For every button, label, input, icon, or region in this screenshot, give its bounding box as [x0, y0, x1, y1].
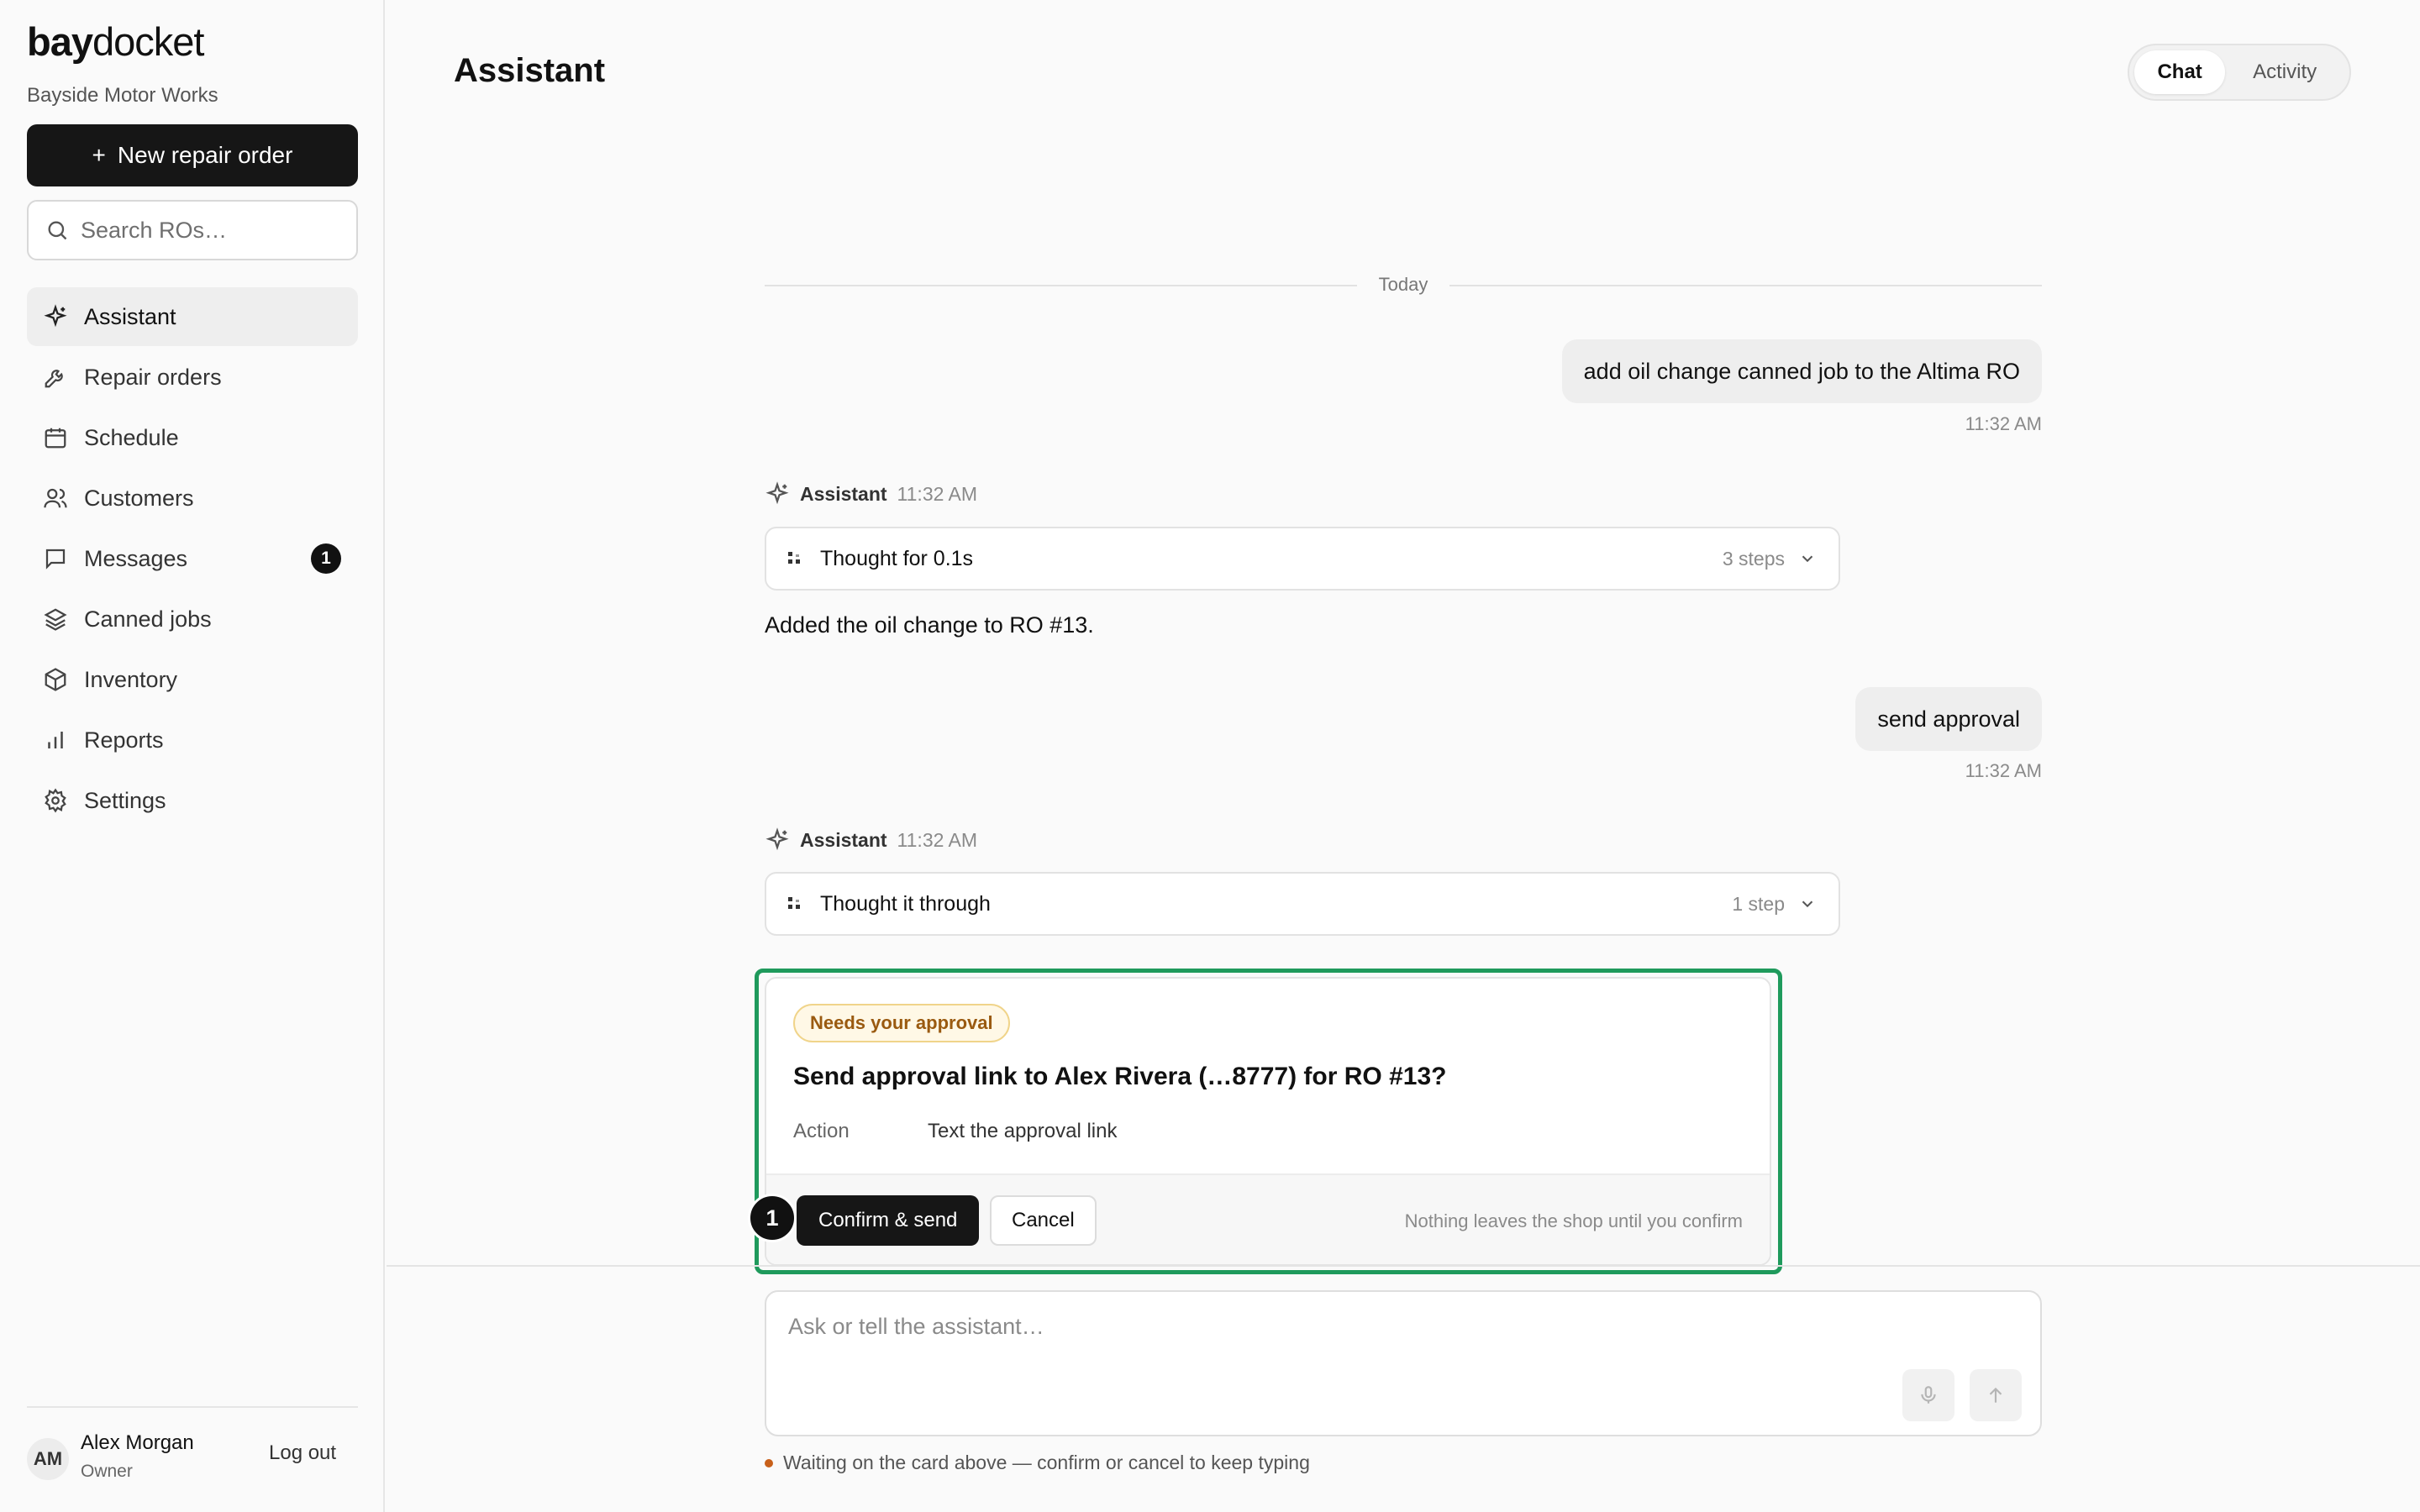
plus-icon: +	[92, 142, 106, 168]
message-timestamp: 11:32 AM	[1965, 760, 2042, 781]
page-title: Assistant	[454, 52, 606, 89]
sidebar-item-label: Settings	[84, 787, 166, 813]
composer-placeholder: Ask or tell the assistant…	[788, 1314, 1044, 1339]
step-marker: 1	[748, 1194, 797, 1242]
sidebar-item-canned-jobs[interactable]: Canned jobs	[27, 590, 358, 648]
user-message: add oil change canned job to the Altima …	[1561, 339, 2042, 403]
composer-status-text: Waiting on the card above — confirm or c…	[783, 1452, 1310, 1473]
chevron-down-icon	[1802, 555, 1813, 563]
avatar: AM	[27, 1438, 69, 1480]
thought-label: Thought for 0.1s	[820, 546, 974, 570]
sidebar-item-label: Schedule	[84, 424, 179, 450]
divider	[1449, 285, 2042, 286]
divider	[27, 1406, 358, 1408]
sidebar-item-customers[interactable]: Customers	[27, 469, 358, 528]
divider	[387, 1265, 2420, 1267]
assistant-header: Assistant 11:32 AM	[765, 481, 977, 507]
chevron-down-icon	[1802, 900, 1813, 908]
sidebar-item-reports[interactable]: Reports	[27, 711, 358, 769]
steps-icon	[788, 897, 800, 909]
assistant-reply: Added the oil change to RO #13.	[765, 612, 1094, 638]
arrow-up-icon	[1989, 1387, 2002, 1403]
thought-summary-toggle[interactable]: Thought for 0.1s 3 steps	[765, 527, 1840, 591]
view-toggle: Chat Activity	[2128, 44, 2351, 101]
steps-count: 1 step	[1732, 892, 1785, 915]
search-input[interactable]: Search ROs…	[27, 200, 358, 260]
user-role: Owner	[81, 1462, 133, 1481]
divider	[765, 285, 1357, 286]
assistant-name: Assistant	[800, 828, 887, 851]
user-name: Alex Morgan	[81, 1431, 194, 1454]
unread-badge: 1	[311, 543, 341, 574]
sidebar-item-label: Inventory	[84, 666, 178, 692]
shop-name: Bayside Motor Works	[27, 84, 218, 107]
new-repair-order-button[interactable]: + New repair order	[27, 124, 358, 186]
sidebar-item-repair-orders[interactable]: Repair orders	[27, 348, 358, 407]
sparkle-icon	[765, 481, 789, 505]
steps-icon	[788, 552, 800, 564]
bar-chart-icon	[42, 727, 69, 753]
tab-chat[interactable]: Chat	[2134, 50, 2226, 94]
message-icon	[42, 545, 69, 572]
calendar-icon	[42, 424, 69, 451]
send-button[interactable]	[1970, 1369, 2022, 1421]
sidebar-item-messages[interactable]: Messages 1	[27, 529, 358, 588]
message-timestamp: 11:32 AM	[897, 828, 978, 851]
logout-button[interactable]: Log out	[269, 1441, 336, 1465]
sidebar-item-label: Messages	[84, 545, 188, 571]
sidebar-nav: Assistant Repair orders Schedule Custome…	[27, 287, 358, 832]
users-icon	[42, 485, 69, 512]
box-icon	[42, 666, 69, 693]
mic-button[interactable]	[1902, 1369, 1954, 1421]
assistant-header: Assistant 11:32 AM	[765, 827, 977, 853]
sidebar-item-schedule[interactable]: Schedule	[27, 408, 358, 467]
message-composer[interactable]: Ask or tell the assistant…	[765, 1290, 2042, 1436]
gear-icon	[42, 787, 69, 814]
user-message: send approval	[1855, 687, 2042, 751]
sidebar: baydocket Bayside Motor Works + New repa…	[0, 0, 385, 1512]
sidebar-item-assistant[interactable]: Assistant	[27, 287, 358, 346]
message-timestamp: 11:32 AM	[897, 482, 978, 505]
sparkle-icon	[765, 827, 789, 851]
sidebar-item-label: Customers	[84, 485, 194, 511]
sidebar-item-label: Assistant	[84, 303, 176, 329]
layers-icon	[42, 606, 69, 633]
message-timestamp: 11:32 AM	[1965, 413, 2042, 434]
composer-status: Waiting on the card above — confirm or c…	[765, 1452, 1310, 1474]
search-placeholder: Search ROs…	[81, 217, 228, 243]
app-logo[interactable]: baydocket	[27, 18, 204, 65]
sidebar-item-label: Repair orders	[84, 364, 222, 390]
assistant-name: Assistant	[800, 482, 887, 505]
new-repair-order-label: New repair order	[117, 142, 293, 168]
search-icon	[48, 221, 67, 240]
sparkle-icon	[42, 303, 69, 330]
steps-count: 3 steps	[1722, 547, 1785, 570]
status-dot-icon	[765, 1458, 773, 1467]
thought-summary-toggle[interactable]: Thought it through 1 step	[765, 872, 1840, 936]
sidebar-item-settings[interactable]: Settings	[27, 771, 358, 830]
sidebar-item-inventory[interactable]: Inventory	[27, 650, 358, 709]
thought-label: Thought it through	[820, 891, 991, 916]
sidebar-item-label: Canned jobs	[84, 606, 212, 632]
wrench-icon	[42, 364, 69, 391]
highlight-outline	[755, 969, 1782, 1274]
sidebar-item-label: Reports	[84, 727, 164, 753]
mic-icon	[1921, 1386, 1936, 1404]
tab-activity[interactable]: Activity	[2225, 50, 2344, 94]
day-separator-label: Today	[1378, 274, 1428, 295]
